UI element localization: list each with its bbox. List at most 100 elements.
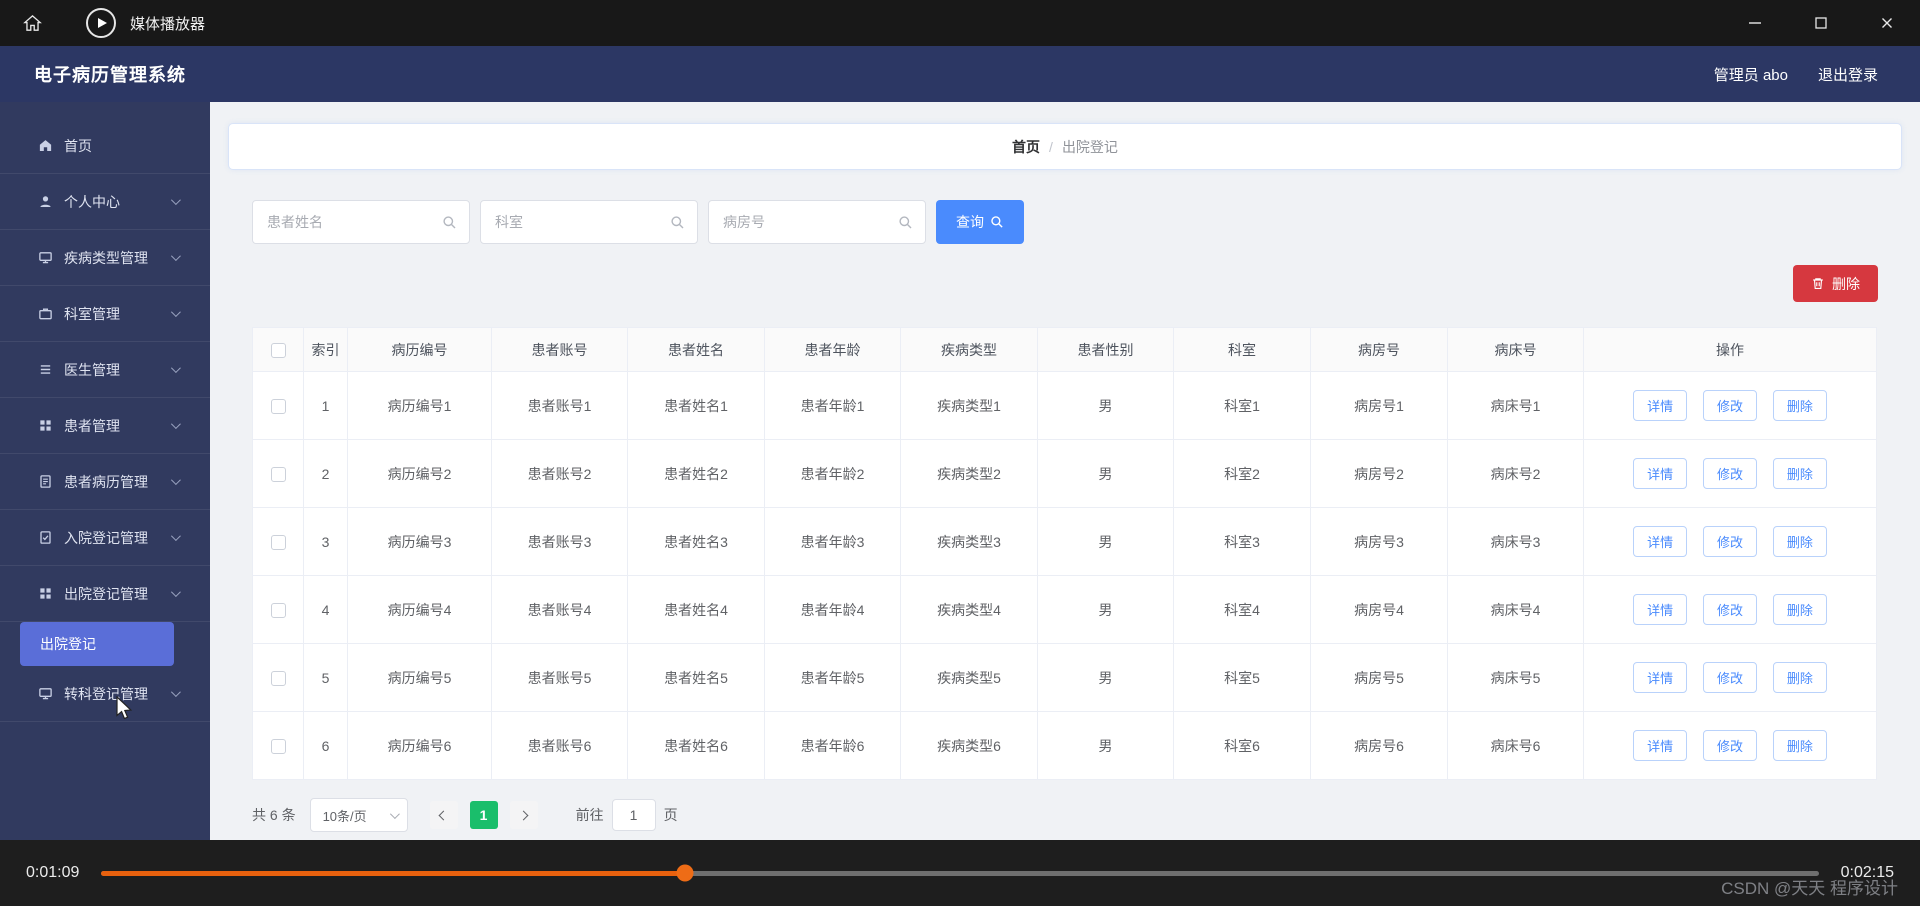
sidebar-item-home[interactable]: 首页 [0,118,210,174]
col-room: 病房号 [1310,327,1448,372]
cell-age: 患者年龄4 [764,575,901,644]
media-player-logo-icon [86,8,116,38]
sidebar-item-discharge-registration-active[interactable]: 出院登记 [20,622,174,666]
detail-button[interactable]: 详情 [1633,730,1688,761]
row-checkbox[interactable] [270,398,286,414]
delete-row-button[interactable]: 删除 [1772,730,1827,761]
cell-bed: 病床号2 [1447,439,1584,508]
cell-account: 患者账号3 [491,507,628,576]
cell-disease: 疾病类型5 [900,643,1038,712]
edit-button[interactable]: 修改 [1703,526,1757,557]
data-table: 索引 病历编号 患者账号 患者姓名 患者年龄 疾病类型 患者性别 科室 病房号 … [252,327,1878,780]
cell-dept: 科室3 [1173,507,1311,576]
patient-name-input[interactable] [267,214,442,230]
row-checkbox[interactable] [270,602,286,618]
next-page-button[interactable] [509,801,538,829]
search-bar: 查询 [252,200,1878,244]
sidebar-item-department-mgmt[interactable]: 科室管理 [0,286,210,342]
grid-icon [40,420,51,431]
seek-handle[interactable] [676,864,694,882]
detail-button[interactable]: 详情 [1633,458,1688,489]
row-checkbox[interactable] [270,738,286,754]
sidebar-item-label: 个人中心 [64,193,120,210]
cell-room: 病房号6 [1310,711,1448,780]
sidebar-item-label: 医生管理 [64,361,120,378]
delete-row-button[interactable]: 删除 [1772,458,1827,489]
edit-button[interactable]: 修改 [1703,594,1757,625]
row-checkbox[interactable] [270,670,286,686]
cell-gender: 男 [1037,575,1174,644]
row-checkbox[interactable] [270,534,286,550]
cell-gender: 男 [1037,439,1174,508]
minimize-icon [1749,22,1761,24]
edit-button[interactable]: 修改 [1703,730,1757,761]
prev-page-button[interactable] [429,801,458,829]
breadcrumb-home[interactable]: 首页 [1012,137,1040,157]
cell-index: 1 [303,371,348,440]
table-row: 5 病历编号5 患者账号5 患者姓名5 患者年龄5 疾病类型5 男 科室5 病房… [252,643,1877,712]
sidebar-item-transfer-reg-mgmt[interactable]: 转科登记管理 [0,666,210,722]
sidebar-item-discharge-reg-mgmt[interactable]: 出院登记管理 [0,566,210,622]
goto-page-input[interactable] [611,799,656,831]
query-button-label: 查询 [956,214,984,230]
detail-button[interactable]: 详情 [1633,662,1688,693]
sidebar-item-patient-record-mgmt[interactable]: 患者病历管理 [0,454,210,510]
chevron-left-icon [438,810,449,820]
cell-room: 病房号3 [1310,507,1448,576]
detail-button[interactable]: 详情 [1633,526,1688,557]
delete-row-button[interactable]: 删除 [1772,594,1827,625]
home-icon [22,14,42,31]
ward-number-input[interactable] [723,214,898,230]
query-button[interactable]: 查询 [936,200,1024,244]
edit-button[interactable]: 修改 [1703,458,1757,489]
cell-bed: 病床号6 [1447,711,1584,780]
sidebar-item-doctor-mgmt[interactable]: 医生管理 [0,342,210,398]
select-all-checkbox[interactable] [270,342,286,358]
current-user[interactable]: 管理员 abo [1714,64,1788,85]
goto-unit: 页 [663,807,678,823]
cell-record-no: 病历编号5 [347,643,492,712]
department-field[interactable] [480,200,698,244]
cell-record-no: 病历编号6 [347,711,492,780]
ward-number-field[interactable] [708,200,926,244]
titlebar-home-button[interactable] [0,0,64,46]
maximize-button[interactable] [1788,0,1854,46]
sidebar-item-patient-mgmt[interactable]: 患者管理 [0,398,210,454]
table-row: 1 病历编号1 患者账号1 患者姓名1 患者年龄1 疾病类型1 男 科室1 病房… [252,371,1877,440]
seek-bar[interactable] [101,864,1819,882]
document-check-icon [40,531,51,544]
edit-button[interactable]: 修改 [1703,390,1757,421]
window-titlebar: 媒体播放器 [0,0,1920,46]
patient-name-field[interactable] [252,200,470,244]
cell-bed: 病床号3 [1447,507,1584,576]
detail-button[interactable]: 详情 [1633,594,1688,625]
select-all-cell [252,327,304,372]
close-button[interactable] [1854,0,1920,46]
page-number-1[interactable]: 1 [469,801,498,829]
department-input[interactable] [495,214,670,230]
app-title: 电子病历管理系统 [34,65,186,85]
row-checkbox[interactable] [270,466,286,482]
chevron-down-icon [170,419,181,430]
delete-row-button[interactable]: 删除 [1772,662,1827,693]
cell-age: 患者年龄2 [764,439,901,508]
cell-gender: 男 [1037,711,1174,780]
search-icon [899,215,912,228]
sidebar-item-admission-reg-mgmt[interactable]: 入院登记管理 [0,510,210,566]
detail-button[interactable]: 详情 [1633,390,1688,421]
sidebar-item-personal-center[interactable]: 个人中心 [0,174,210,230]
delete-row-button[interactable]: 删除 [1772,526,1827,557]
elapsed-time: 0:01:09 [26,864,80,881]
col-name: 患者姓名 [627,327,765,372]
cell-actions: 详情 修改 删除 [1583,711,1877,780]
delete-row-button[interactable]: 删除 [1772,390,1827,421]
page-size-select[interactable]: 10条/页 [309,798,408,832]
col-disease: 疾病类型 [900,327,1038,372]
bulk-delete-button[interactable]: 删除 [1793,265,1878,302]
edit-button[interactable]: 修改 [1703,662,1757,693]
cell-age: 患者年龄5 [764,643,901,712]
search-icon [443,215,456,228]
sidebar-item-disease-type-mgmt[interactable]: 疾病类型管理 [0,230,210,286]
logout-link[interactable]: 退出登录 [1818,64,1878,85]
minimize-button[interactable] [1722,0,1788,46]
